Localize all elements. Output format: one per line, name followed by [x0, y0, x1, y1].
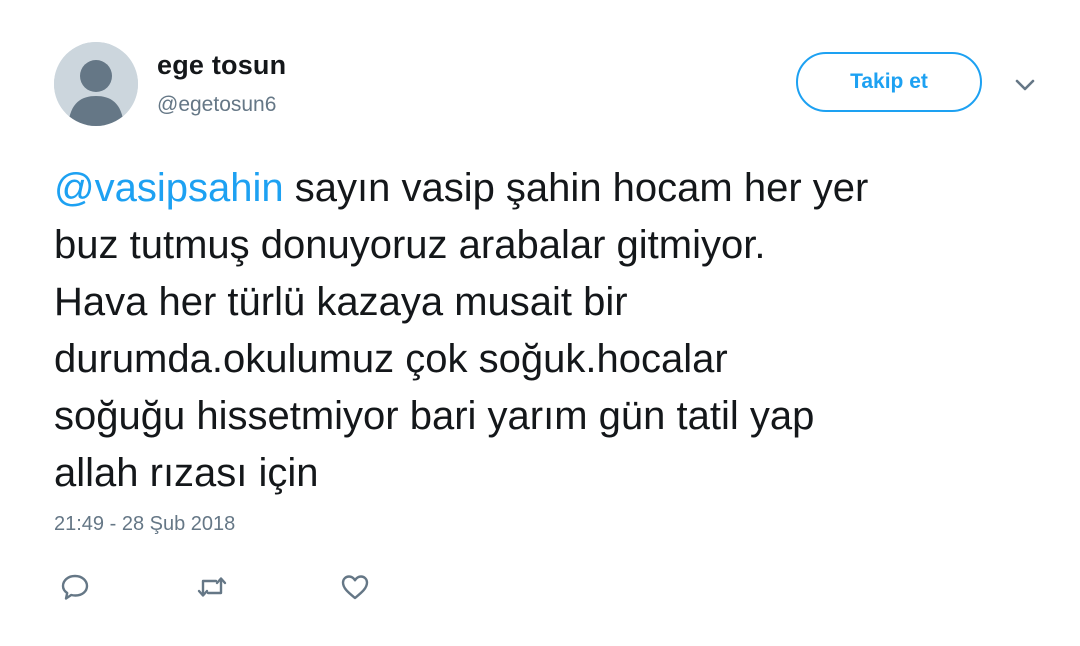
tweet-text: @vasipsahin sayın vasip şahin hocam her …	[54, 160, 1044, 502]
retweet-button[interactable]	[195, 570, 229, 604]
retweet-arrows-icon	[197, 577, 227, 597]
speech-bubble-icon	[61, 574, 89, 600]
default-profile-icon	[54, 42, 138, 126]
tweet-line: soğuğu hissetmiyor bari yarım gün tatil …	[54, 394, 815, 438]
tweet-line: durumda.okulumuz çok soğuk.hocalar	[54, 337, 728, 381]
tweet-timestamp[interactable]: 21:49 - 28 Şub 2018	[54, 513, 235, 536]
tweet-line: allah rızası için	[54, 451, 319, 495]
reply-button[interactable]	[58, 570, 92, 604]
follow-button[interactable]: Takip et	[796, 52, 982, 112]
tweet-line-text: sayın vasip şahin hocam her yer	[283, 166, 869, 210]
chevron-down-icon[interactable]	[1010, 70, 1040, 100]
tweet-line: buz tutmuş donuyoruz arabalar gitmiyor.	[54, 223, 766, 267]
avatar[interactable]	[54, 42, 138, 126]
tweet-card: ege tosun @egetosun6 Takip et @vasipsahi…	[0, 0, 1080, 646]
like-button[interactable]	[338, 570, 372, 604]
heart-icon	[341, 575, 369, 600]
author-handle[interactable]: @egetosun6	[157, 93, 276, 117]
tweet-line: Hava her türlü kazaya musait bir	[54, 280, 628, 324]
tweet-line: @vasipsahin sayın vasip şahin hocam her …	[54, 160, 1044, 217]
mention-link[interactable]: @vasipsahin	[54, 166, 284, 210]
author-display-name[interactable]: ege tosun	[157, 50, 286, 81]
